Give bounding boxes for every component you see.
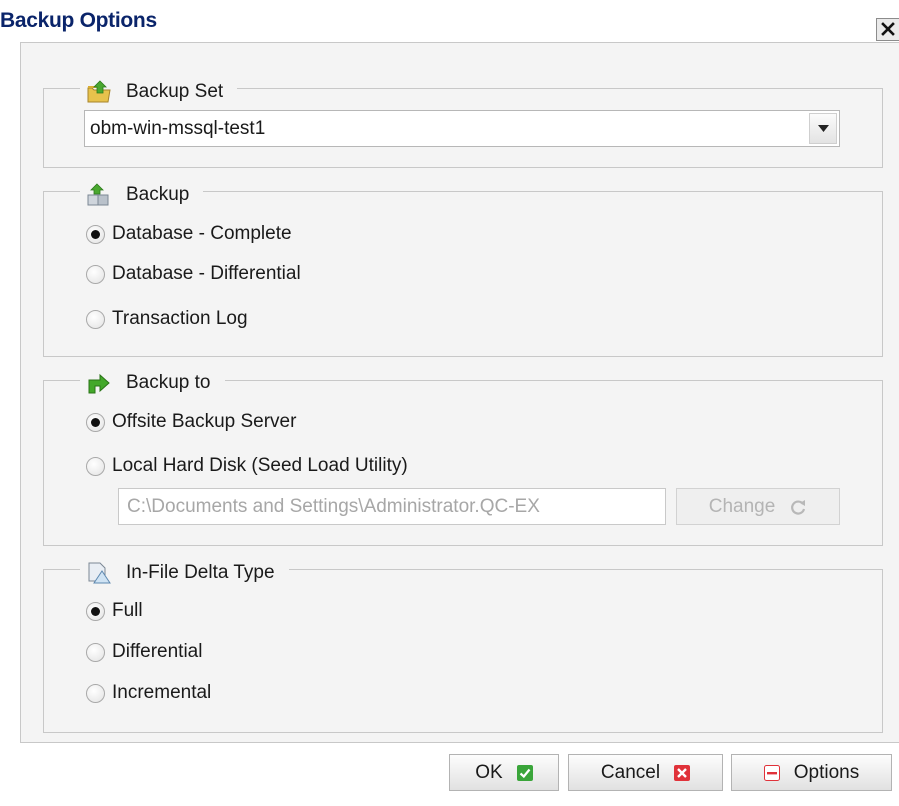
radio-label: Database - Differential	[112, 263, 301, 284]
close-icon	[881, 22, 895, 36]
radio-database-differential[interactable]: Database - Differential	[86, 259, 301, 289]
refresh-icon	[791, 499, 806, 515]
radio-offsite-server[interactable]: Offsite Backup Server	[86, 407, 296, 437]
check-icon	[516, 764, 533, 781]
cancel-button[interactable]: Cancel	[568, 754, 723, 791]
radio-label: Full	[112, 600, 143, 621]
radio-transaction-log[interactable]: Transaction Log	[86, 304, 248, 334]
collapse-minus-icon	[763, 764, 780, 781]
cancel-x-icon	[674, 764, 691, 781]
radio-label: Offsite Backup Server	[112, 411, 297, 432]
radio-label: Local Hard Disk (Seed Load Utility)	[112, 455, 408, 476]
radio-full[interactable]: Full	[86, 596, 143, 626]
window-title: Backup Options	[0, 9, 157, 32]
radio-button[interactable]	[86, 683, 105, 703]
radio-label: Incremental	[112, 682, 212, 703]
radio-local-hard-disk[interactable]: Local Hard Disk (Seed Load Utility)	[86, 451, 408, 481]
ok-button[interactable]: OK	[449, 754, 559, 791]
backup-set-value: obm-win-mssql-test1	[90, 118, 266, 139]
backup-header: Backup	[80, 181, 204, 209]
chevron-down-icon	[818, 125, 829, 132]
radio-database-complete[interactable]: Database - Complete	[86, 219, 292, 249]
radio-label: Transaction Log	[112, 308, 248, 329]
radio-button[interactable]	[86, 456, 105, 476]
close-button[interactable]	[876, 18, 899, 41]
green-arrow-icon	[88, 373, 110, 394]
change-label: Change	[708, 495, 776, 517]
backup-set-select[interactable]: obm-win-mssql-test1	[84, 110, 840, 147]
delta-file-icon	[88, 562, 111, 584]
change-button[interactable]: Change	[676, 488, 840, 525]
folder-upload-icon	[87, 80, 111, 103]
ok-label: OK	[475, 761, 503, 783]
radio-button[interactable]	[86, 642, 105, 662]
backup-to-header: Backup to	[80, 369, 225, 397]
backup-set-title: Backup Set	[126, 81, 224, 102]
radio-button[interactable]	[86, 224, 105, 244]
options-label: Options	[793, 761, 860, 783]
options-button[interactable]: Options	[731, 754, 892, 791]
delta-header: In-File Delta Type	[80, 559, 289, 587]
radio-incremental[interactable]: Incremental	[86, 678, 211, 708]
delta-title: In-File Delta Type	[126, 562, 275, 583]
radio-button[interactable]	[86, 601, 105, 621]
backup-set-header: Backup Set	[80, 78, 238, 106]
local-path-value: C:\Documents and Settings\Administrator.…	[127, 496, 540, 517]
radio-label: Database - Complete	[112, 223, 292, 244]
dropdown-button[interactable]	[809, 113, 837, 144]
radio-label: Differential	[112, 641, 203, 662]
backup-to-title: Backup to	[126, 372, 211, 393]
radio-differential[interactable]: Differential	[86, 637, 202, 667]
local-path-input[interactable]: C:\Documents and Settings\Administrator.…	[118, 488, 666, 525]
radio-button[interactable]	[86, 412, 105, 432]
title-bar: Backup Options	[0, 0, 899, 42]
backup-title: Backup	[126, 184, 190, 205]
backup-boxes-icon	[87, 183, 109, 206]
radio-button[interactable]	[86, 309, 105, 329]
cancel-label: Cancel	[600, 761, 661, 783]
radio-button[interactable]	[86, 264, 105, 284]
